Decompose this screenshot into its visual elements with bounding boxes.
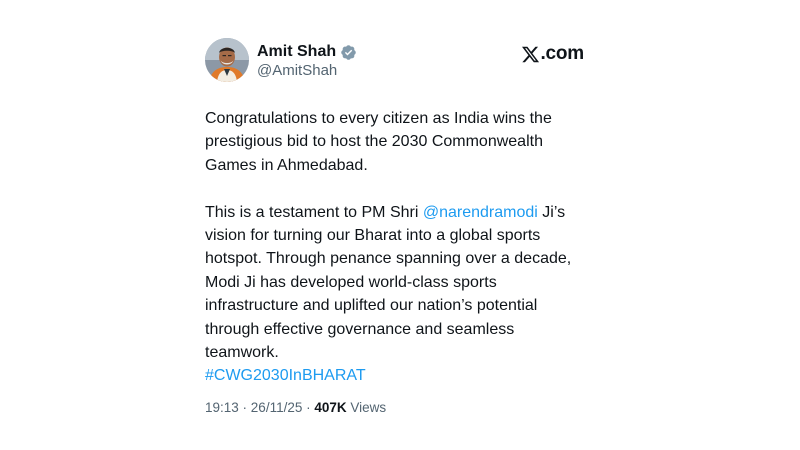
tweet-time[interactable]: 19:13 <box>205 400 239 415</box>
x-logo-icon <box>522 46 540 62</box>
views-label: Views <box>350 400 387 415</box>
tweet-text-segment: This is a testament to PM Shri <box>205 203 423 221</box>
brand-text: com <box>545 43 585 64</box>
tweet-text-segment: Ji’s vision for turning our Bharat into … <box>205 203 572 362</box>
meta-separator: · <box>238 400 251 415</box>
tweet-hashtag-line: #CWG2030InBHARAT <box>205 364 585 387</box>
verified-badge-icon <box>341 44 356 60</box>
author-handle[interactable]: @AmitShah <box>257 62 337 79</box>
meta-separator: · <box>302 400 315 415</box>
brand-logo[interactable]: . com <box>521 42 584 66</box>
avatar[interactable] <box>205 38 249 82</box>
hashtag-link[interactable]: #CWG2030InBHARAT <box>205 367 366 384</box>
profile-photo <box>205 38 249 82</box>
views-count: 407K <box>314 400 347 415</box>
mention-link[interactable]: @narendramodi <box>423 204 538 221</box>
tweet-card: Amit Shah @AmitShah . com Congratulation… <box>205 38 590 428</box>
tweet-paragraph-1: Congratulations to every citizen as Indi… <box>205 110 552 174</box>
tweet-text: Congratulations to every citizen as Indi… <box>205 107 585 388</box>
author-name[interactable]: Amit Shah <box>257 43 336 61</box>
tweet-date[interactable]: 26/11/25 <box>251 400 303 415</box>
tweet-meta: 19:13 · 26/11/25 · 407K Views <box>205 400 386 415</box>
author-name-row: Amit Shah <box>257 42 357 62</box>
tweet-paragraph-2: This is a testament to PM Shri @narendra… <box>205 201 585 365</box>
